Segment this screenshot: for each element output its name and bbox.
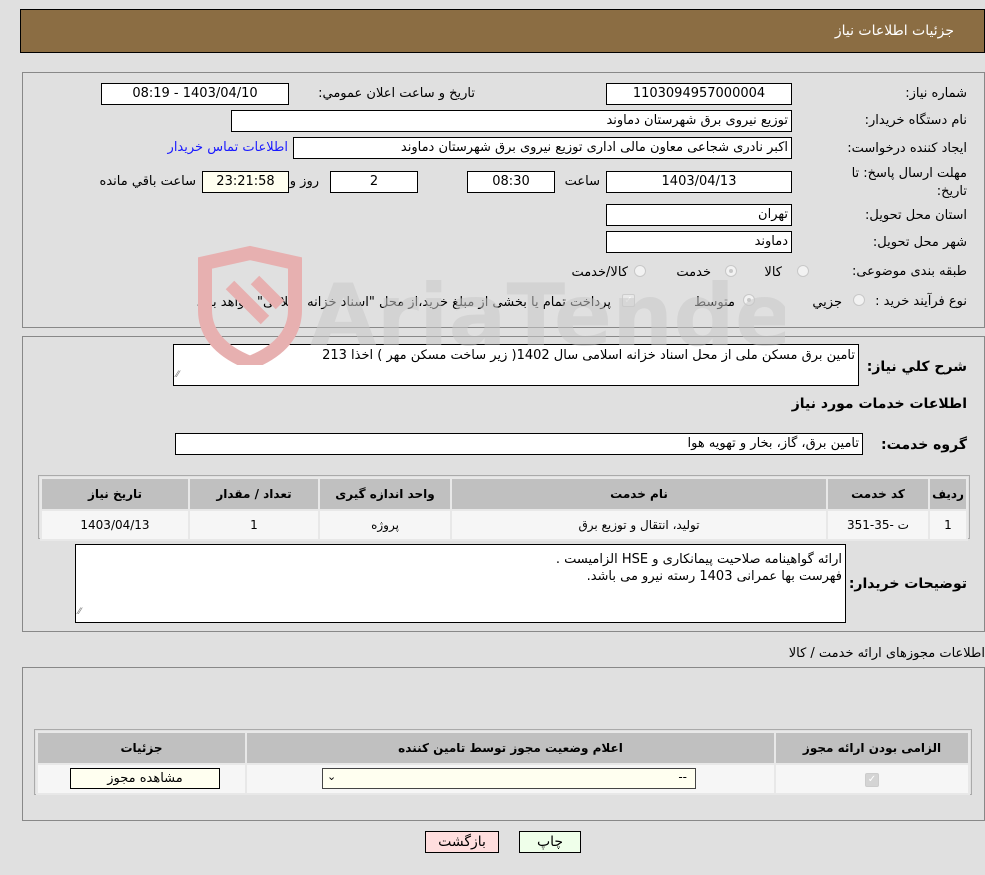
permits-table: الزامی بودن ارائه مجوز اعلام وضعیت مجوز …: [36, 731, 970, 795]
announce-label: تاریخ و ساعت اعلان عمومي:: [318, 86, 475, 101]
page-header: جزئیات اطلاعات نیاز: [20, 9, 985, 53]
category-option-goods-service: کالا/خدمت: [571, 265, 628, 280]
service-group-label: گروه خدمت:: [881, 437, 967, 453]
permit-status-value: --: [678, 770, 687, 784]
cell-permit-required: ✓: [774, 763, 970, 795]
creator-label: ایجاد کننده درخواست:: [847, 141, 967, 156]
days-label: روز و: [289, 174, 319, 189]
province-label: استان محل تحویل:: [865, 208, 967, 223]
creator-field: اکبر نادری شجاعی معاون مالی اداری توزیع …: [293, 137, 792, 159]
deadline-date-field: 1403/04/13: [606, 171, 792, 193]
cell-permit-details: مشاهده مجوز: [36, 763, 247, 795]
deadline-label: مهلت ارسال پاسخ: تا تاریخ:: [851, 166, 967, 199]
buyer-org-label: نام دستگاه خریدار:: [864, 113, 967, 128]
col-permit-status: اعلام وضعیت مجوز توسط تامین کننده: [245, 731, 776, 765]
city-label: شهر محل تحویل:: [872, 235, 967, 250]
buyer-notes-field: ارائه گواهینامه صلاحیت پیمانکاری و HSE ا…: [75, 544, 846, 623]
col-permit-required: الزامی بودن ارائه مجوز: [774, 731, 970, 765]
page-title: جزئیات اطلاعات نیاز: [834, 23, 954, 39]
province-field: تهران: [606, 204, 792, 226]
resize-grip-icon[interactable]: ⁄⁄: [176, 367, 179, 384]
table-row: 1 ت -35-351 تولید، انتقال و توزیع برق پر…: [40, 509, 968, 541]
buyer-notes-label: توضیحات خریدار:: [848, 576, 967, 592]
permits-table-header: الزامی بودن ارائه مجوز اعلام وضعیت مجوز …: [36, 731, 970, 765]
service-group-field: تامین برق، گاز، بخار و تهویه هوا: [175, 433, 863, 455]
permit-status-select[interactable]: ⌄ --: [322, 768, 696, 789]
permit-required-checkbox[interactable]: ✓: [865, 773, 879, 787]
process-radio-minor[interactable]: [853, 294, 865, 306]
category-radio-service[interactable]: [725, 265, 737, 277]
process-label: نوع فرآیند خرید :: [875, 294, 967, 309]
back-button[interactable]: بازگشت: [425, 831, 499, 853]
permits-title: اطلاعات مجوزهای ارائه خدمت / کالا: [788, 646, 985, 661]
col-row: رديف: [928, 477, 968, 511]
category-radio-goods-service[interactable]: [634, 265, 646, 277]
cell-need-date: 1403/04/13: [40, 509, 190, 541]
general-desc-field: تامین برق مسکن ملی از محل اسناد خزانه اس…: [173, 344, 859, 386]
services-table: رديف کد خدمت نام خدمت واحد اندازه گیری ت…: [40, 477, 968, 541]
category-option-service: خدمت: [676, 265, 711, 280]
services-title: اطلاعات خدمات مورد نياز: [791, 396, 967, 412]
buyer-org-field: توزیع نیروی برق شهرستان دماوند: [231, 110, 792, 132]
services-table-header: رديف کد خدمت نام خدمت واحد اندازه گیری ت…: [40, 477, 968, 511]
cell-quantity: 1: [188, 509, 320, 541]
announce-field: 1403/04/10 - 08:19: [101, 83, 289, 105]
category-option-goods: کالا: [764, 265, 782, 280]
col-service-code: کد خدمت: [826, 477, 930, 511]
col-quantity: تعداد / مقدار: [188, 477, 320, 511]
days-field: 2: [330, 171, 418, 193]
buyer-notes-line-2: فهرست بها عمرانی 1403 رسته نیرو می باشد.: [586, 569, 842, 584]
cell-row: 1: [928, 509, 968, 541]
process-radio-medium[interactable]: [743, 294, 755, 306]
resize-grip-icon[interactable]: ⁄⁄: [78, 604, 81, 621]
treasury-checkbox[interactable]: ✓: [622, 294, 635, 307]
view-permit-button[interactable]: مشاهده مجوز: [70, 768, 220, 789]
print-button[interactable]: چاپ: [519, 831, 581, 853]
remaining-time-field: 23:21:58: [202, 171, 289, 193]
buyer-notes-line-1: ارائه گواهینامه صلاحیت پیمانکاری و HSE ا…: [555, 552, 842, 567]
need-number-field: 1103094957000004: [606, 83, 792, 105]
general-desc-text: تامین برق مسکن ملی از محل اسناد خزانه اس…: [322, 348, 855, 363]
col-service-name: نام خدمت: [450, 477, 828, 511]
buyer-contact-link[interactable]: اطلاعات تماس خریدار: [168, 140, 288, 155]
treasury-note: پرداخت تمام یا بخشی از مبلغ خرید،از محل …: [196, 295, 611, 310]
cell-unit: پروژه: [318, 509, 452, 541]
general-desc-label: شرح كلي نياز:: [866, 359, 967, 375]
table-row: ✓ ⌄ -- مشاهده مجوز: [36, 763, 970, 795]
category-label: طبقه بندی موضوعی:: [851, 264, 967, 279]
category-radio-goods[interactable]: [797, 265, 809, 277]
process-option-medium: متوسط: [694, 295, 735, 310]
col-unit: واحد اندازه گیری: [318, 477, 452, 511]
remaining-label: ساعت باقي مانده: [99, 174, 196, 189]
cell-service-code: ت -35-351: [826, 509, 930, 541]
city-field: دماوند: [606, 231, 792, 253]
need-number-label: شماره نیاز:: [905, 86, 967, 101]
col-need-date: تاریخ نیاز: [40, 477, 190, 511]
chevron-down-icon: ⌄: [327, 770, 337, 783]
deadline-time-label: ساعت: [564, 174, 600, 189]
process-option-minor: جزيي: [812, 295, 842, 310]
deadline-time-field: 08:30: [467, 171, 555, 193]
cell-service-name: تولید، انتقال و توزیع برق: [450, 509, 828, 541]
cell-permit-status: ⌄ --: [245, 763, 776, 795]
col-permit-details: جزئیات: [36, 731, 247, 765]
